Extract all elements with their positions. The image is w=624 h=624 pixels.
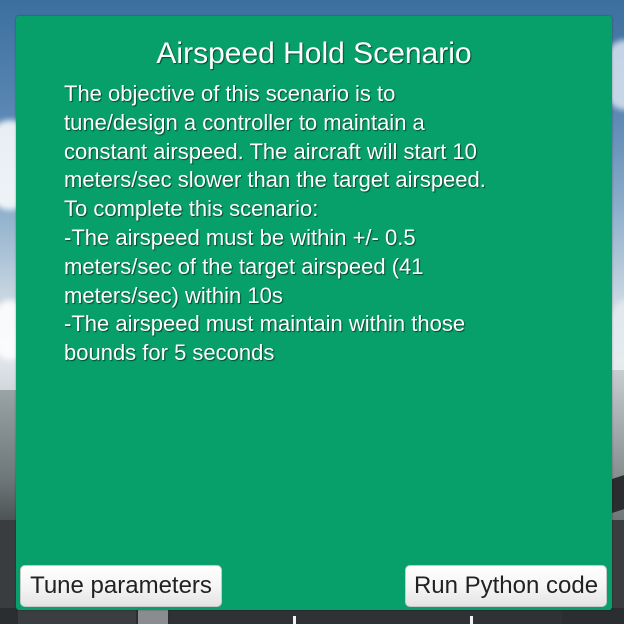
description-line: meters/sec of the target airspeed (41 bbox=[64, 253, 424, 279]
hud-segment bbox=[170, 610, 562, 624]
scenario-panel: Airspeed Hold Scenario The objective of … bbox=[16, 16, 612, 610]
scenario-description: The objective of this scenario is to tun… bbox=[64, 80, 564, 368]
description-line: bounds for 5 seconds bbox=[64, 340, 275, 366]
scenario-title: Airspeed Hold Scenario bbox=[156, 37, 472, 70]
run-python-code-button[interactable]: Run Python code bbox=[405, 565, 607, 607]
description-line: -The airspeed must be within +/- 0.5 bbox=[64, 224, 416, 250]
tune-parameters-button[interactable]: Tune parameters bbox=[20, 565, 222, 607]
description-line: meters/sec) within 10s bbox=[64, 282, 283, 308]
description-line: meters/sec slower than the target airspe… bbox=[64, 167, 486, 193]
hud-tick bbox=[293, 616, 296, 624]
description-line: -The airspeed must maintain within those bbox=[64, 311, 466, 337]
hud-segment bbox=[18, 610, 136, 624]
hud-segment bbox=[138, 610, 168, 624]
description-line: The objective of this scenario is to bbox=[64, 81, 396, 106]
description-line: constant airspeed. The aircraft will sta… bbox=[64, 138, 477, 164]
hud-tick bbox=[470, 616, 473, 624]
description-line: To complete this scenario: bbox=[64, 196, 319, 222]
description-line: tune/design a controller to maintain a bbox=[64, 109, 425, 135]
